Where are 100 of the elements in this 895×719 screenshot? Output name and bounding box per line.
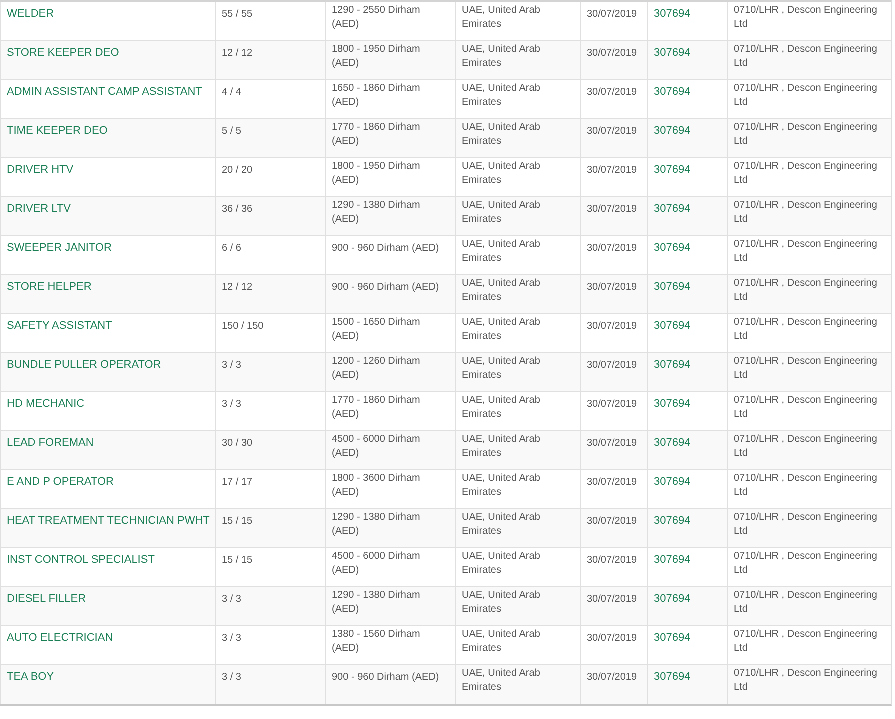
job-location: UAE, United Arab Emirates [462,4,542,32]
company-name: 0710/LHR , Descon Engineering Ltd [734,589,878,617]
posted-date: 30/07/2019 [587,398,638,412]
posted-date: 30/07/2019 [587,203,638,217]
vacancy-count: 30 / 30 [222,437,253,451]
job-id-link[interactable]: 307694 [654,46,691,60]
salary-range: 4500 - 6000 Dirham (AED) [332,550,422,578]
company-name: 0710/LHR , Descon Engineering Ltd [734,628,878,656]
job-id-link[interactable]: 307694 [654,280,691,294]
job-id-link[interactable]: 307694 [654,358,691,372]
job-title-link[interactable]: STORE HELPER [7,280,92,294]
posted-date: 30/07/2019 [587,320,638,334]
job-title-link[interactable]: WELDER [7,7,54,21]
posted-date: 30/07/2019 [587,515,638,529]
posted-date: 30/07/2019 [587,359,638,373]
job-location: UAE, United Arab Emirates [462,160,542,188]
vacancy-count: 3 / 3 [222,671,242,685]
job-title-link[interactable]: ADMIN ASSISTANT CAMP ASSISTANT [7,85,202,99]
job-title-link[interactable]: STORE KEEPER DEO [7,46,120,60]
salary-range: 1290 - 1380 Dirham (AED) [332,199,422,227]
vacancy-count: 15 / 15 [222,554,253,568]
vacancy-count: 3 / 3 [222,398,242,412]
job-id-link[interactable]: 307694 [654,670,691,684]
salary-range: 1290 - 1380 Dirham (AED) [332,589,422,617]
company-name: 0710/LHR , Descon Engineering Ltd [734,43,878,71]
job-id-link[interactable]: 307694 [654,436,691,450]
salary-range: 1500 - 1650 Dirham (AED) [332,316,422,344]
salary-range: 1800 - 1950 Dirham (AED) [332,160,422,188]
job-id-link[interactable]: 307694 [654,592,691,606]
posted-date: 30/07/2019 [587,632,638,646]
company-name: 0710/LHR , Descon Engineering Ltd [734,355,878,383]
salary-range: 4500 - 6000 Dirham (AED) [332,433,422,461]
company-name: 0710/LHR , Descon Engineering Ltd [734,316,878,344]
job-title-link[interactable]: INST CONTROL SPECIALIST [7,553,155,567]
job-id-link[interactable]: 307694 [654,163,691,177]
salary-range: 1380 - 1560 Dirham (AED) [332,628,422,656]
job-location: UAE, United Arab Emirates [462,355,542,383]
company-name: 0710/LHR , Descon Engineering Ltd [734,394,878,422]
job-title-link[interactable]: LEAD FOREMAN [7,436,94,450]
company-name: 0710/LHR , Descon Engineering Ltd [734,472,878,500]
company-name: 0710/LHR , Descon Engineering Ltd [734,550,878,578]
job-title-link[interactable]: AUTO ELECTRICIAN [7,631,114,645]
job-title-link[interactable]: SAFETY ASSISTANT [7,319,112,333]
salary-range: 1800 - 3600 Dirham (AED) [332,472,422,500]
job-location: UAE, United Arab Emirates [462,316,542,344]
job-id-link[interactable]: 307694 [654,553,691,567]
job-title-link[interactable]: HEAT TREATMENT TECHNICIAN PWHT [7,514,210,528]
job-title-link[interactable]: DIESEL FILLER [7,592,86,606]
job-title-link[interactable]: DRIVER HTV [7,163,74,177]
job-location: UAE, United Arab Emirates [462,277,542,305]
job-id-link[interactable]: 307694 [654,202,691,216]
job-location: UAE, United Arab Emirates [462,550,542,578]
company-name: 0710/LHR , Descon Engineering Ltd [734,667,878,695]
job-id-link[interactable]: 307694 [654,7,691,21]
salary-range: 900 - 960 Dirham (AED) [332,281,440,295]
job-id-link[interactable]: 307694 [654,397,691,411]
company-name: 0710/LHR , Descon Engineering Ltd [734,277,878,305]
posted-date: 30/07/2019 [587,47,638,61]
salary-range: 1650 - 1860 Dirham (AED) [332,82,422,110]
job-id-link[interactable]: 307694 [654,475,691,489]
company-name: 0710/LHR , Descon Engineering Ltd [734,511,878,539]
vacancy-count: 3 / 3 [222,593,242,607]
job-title-link[interactable]: TEA BOY [7,670,54,684]
job-title-link[interactable]: BUNDLE PULLER OPERATOR [7,358,162,372]
job-location: UAE, United Arab Emirates [462,589,542,617]
posted-date: 30/07/2019 [587,125,638,139]
salary-range: 900 - 960 Dirham (AED) [332,242,440,256]
job-title-link[interactable]: HD MECHANIC [7,397,85,411]
posted-date: 30/07/2019 [587,437,638,451]
salary-range: 1770 - 1860 Dirham (AED) [332,121,422,149]
posted-date: 30/07/2019 [587,554,638,568]
vacancy-count: 15 / 15 [222,515,253,529]
company-name: 0710/LHR , Descon Engineering Ltd [734,433,878,461]
job-location: UAE, United Arab Emirates [462,667,542,695]
job-title-link[interactable]: E AND P OPERATOR [7,475,114,489]
vacancy-count: 150 / 150 [222,320,264,334]
job-title-link[interactable]: SWEEPER JANITOR [7,241,112,255]
posted-date: 30/07/2019 [587,8,638,22]
posted-date: 30/07/2019 [587,281,638,295]
company-name: 0710/LHR , Descon Engineering Ltd [734,238,878,266]
job-id-link[interactable]: 307694 [654,85,691,99]
company-name: 0710/LHR , Descon Engineering Ltd [734,82,878,110]
job-id-link[interactable]: 307694 [654,514,691,528]
job-location: UAE, United Arab Emirates [462,43,542,71]
job-id-link[interactable]: 307694 [654,631,691,645]
job-title-link[interactable]: DRIVER LTV [7,202,71,216]
posted-date: 30/07/2019 [587,164,638,178]
job-location: UAE, United Arab Emirates [462,628,542,656]
company-name: 0710/LHR , Descon Engineering Ltd [734,160,878,188]
job-location: UAE, United Arab Emirates [462,121,542,149]
job-location: UAE, United Arab Emirates [462,394,542,422]
job-id-link[interactable]: 307694 [654,241,691,255]
posted-date: 30/07/2019 [587,671,638,685]
job-id-link[interactable]: 307694 [654,319,691,333]
job-id-link[interactable]: 307694 [654,124,691,138]
job-location: UAE, United Arab Emirates [462,199,542,227]
vacancy-count: 36 / 36 [222,203,253,217]
posted-date: 30/07/2019 [587,86,638,100]
company-name: 0710/LHR , Descon Engineering Ltd [734,121,878,149]
job-title-link[interactable]: TIME KEEPER DEO [7,124,108,138]
